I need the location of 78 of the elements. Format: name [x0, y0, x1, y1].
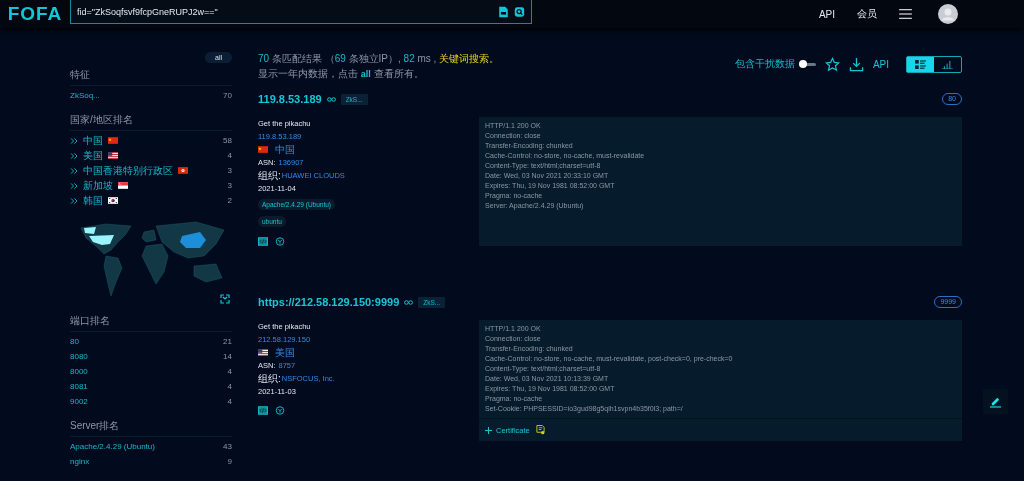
country-link[interactable]: 美国: [275, 346, 295, 359]
singapore-flag-icon: [118, 182, 128, 189]
country-link[interactable]: 韩国: [83, 193, 103, 208]
fofa-logo[interactable]: FOFA: [0, 3, 70, 25]
star-icon[interactable]: [824, 56, 840, 72]
certificate-icon[interactable]: [535, 425, 545, 435]
keyword-search-link[interactable]: 关键词搜索。: [439, 53, 500, 64]
korea-flag-icon: [108, 197, 118, 204]
toggle-label: 包含干扰数据: [734, 57, 795, 71]
double-chevron-icon: [70, 182, 78, 189]
link-icon[interactable]: [404, 299, 414, 305]
usa-flag-icon: [258, 349, 268, 356]
double-chevron-icon: [70, 197, 78, 204]
count-label: 4: [227, 382, 232, 391]
country-link[interactable]: 美国: [83, 148, 103, 163]
facet-link[interactable]: 8080: [70, 352, 88, 361]
country-link[interactable]: 中国香港特别行政区: [83, 163, 173, 178]
country-link[interactable]: 中国: [275, 143, 295, 156]
count-label: 21: [223, 337, 232, 346]
double-chevron-icon: [70, 167, 78, 174]
facet-link[interactable]: 8000: [70, 367, 88, 376]
search-input[interactable]: fid="ZkSoqfsvf9fcpGneRUPJ2w==": [77, 6, 493, 17]
document-icon[interactable]: [498, 5, 509, 18]
count-label: 58: [223, 136, 232, 145]
count-label: 70: [223, 91, 232, 100]
section-title: 国家/地区排名: [70, 113, 232, 131]
host-link[interactable]: https://212.58.129.150:9999: [258, 296, 400, 308]
facet-link[interactable]: Apache/2.4.29 (Ubuntu): [70, 442, 155, 451]
list-view-tab[interactable]: [907, 56, 934, 72]
count-label: 4: [227, 151, 232, 160]
result-summary: 70 条匹配结果 （69 条独立IP）, 82 ms , 关键词搜索。: [258, 52, 500, 66]
organization-label: 组织:: [258, 168, 281, 183]
all-link[interactable]: all: [360, 69, 371, 79]
list-icon: [915, 59, 926, 69]
count-label: 9: [227, 457, 232, 466]
nav-link[interactable]: API: [818, 8, 835, 20]
facet-link[interactable]: ZkSoq...: [70, 91, 100, 100]
search-field[interactable]: fid="ZkSoqfsvf9fcpGneRUPJ2w==": [70, 0, 532, 24]
organization-label: 组织:: [258, 371, 281, 386]
country-link[interactable]: 中国: [83, 133, 103, 148]
code-icon[interactable]: [258, 237, 268, 246]
china-flag-icon: [258, 146, 268, 153]
usa-flag-icon: [108, 152, 118, 159]
expand-icon[interactable]: [220, 294, 230, 304]
avatar-icon[interactable]: [938, 4, 958, 24]
toggle-switch[interactable]: [799, 62, 816, 66]
api-link[interactable]: API: [872, 58, 889, 70]
count-label: 4: [227, 397, 232, 406]
country-link[interactable]: 新加坡: [83, 178, 113, 193]
section-title: Server排名: [70, 419, 232, 437]
host-link[interactable]: 119.8.53.189: [258, 93, 322, 105]
edit-button[interactable]: [983, 389, 1008, 414]
double-chevron-icon: [70, 137, 78, 144]
count-label: 3: [227, 181, 232, 190]
facet-link[interactable]: 80: [70, 337, 79, 346]
code-icon[interactable]: [258, 406, 268, 415]
count-label: 43: [223, 442, 232, 451]
search-icon[interactable]: [514, 5, 525, 18]
count-label: 14: [223, 352, 232, 361]
bar-chart-icon: [942, 59, 953, 69]
section-title: 端口排名: [70, 314, 232, 332]
count-label: 4: [227, 367, 232, 376]
section-title: 特征: [70, 68, 232, 86]
facet-link[interactable]: 8081: [70, 382, 88, 391]
count-label: 2: [227, 196, 232, 205]
plus-icon: [485, 426, 492, 434]
notice-text: 显示一年内数据，点击 all 查看所有。: [258, 67, 425, 81]
china-flag-icon: [108, 137, 118, 144]
menu-icon[interactable]: [899, 9, 912, 19]
download-icon[interactable]: [848, 56, 864, 72]
count-label: 3: [227, 166, 232, 175]
pencil-icon: [989, 395, 1002, 408]
hong-kong-flag-icon: [178, 167, 188, 174]
nav-link[interactable]: 会员: [857, 7, 877, 21]
link-icon[interactable]: [326, 96, 336, 102]
facet-link[interactable]: 9002: [70, 397, 88, 406]
double-chevron-icon: [70, 152, 78, 159]
facet-link[interactable]: nginx: [70, 457, 90, 466]
